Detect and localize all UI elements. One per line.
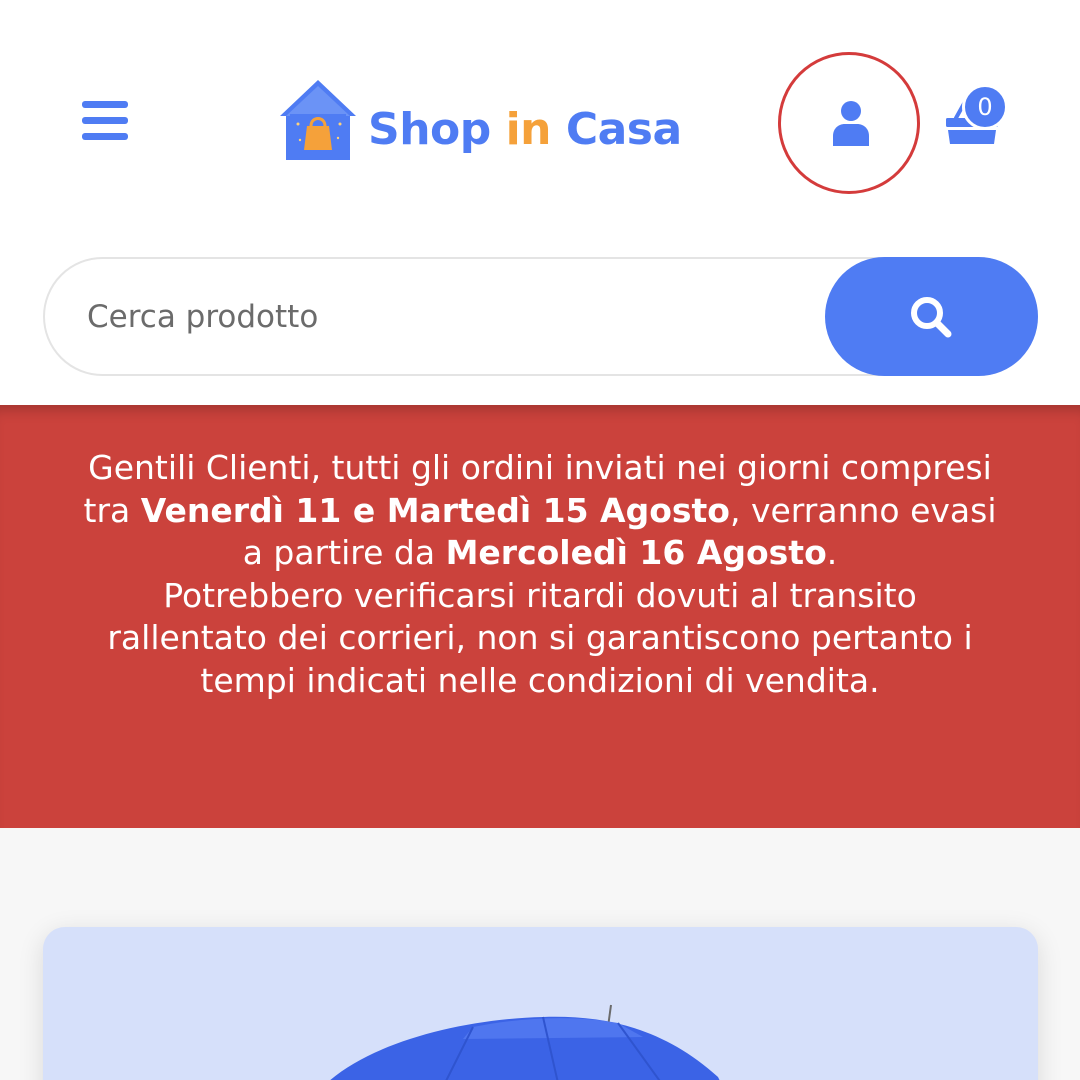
user-icon xyxy=(833,101,869,146)
search-bar xyxy=(43,257,1038,376)
logo-word-in: in xyxy=(505,104,552,155)
hamburger-menu-icon[interactable] xyxy=(82,99,128,141)
account-button[interactable] xyxy=(778,52,920,194)
logo-word-shop: Shop xyxy=(368,104,491,155)
notice-delay-text: Potrebbero verificarsi ritardi dovuti al… xyxy=(107,575,973,700)
notice-dates-bold: Venerdì 11 e Martedì 15 Agosto xyxy=(140,490,730,530)
search-icon xyxy=(911,297,952,338)
umbrella-illustration xyxy=(330,1004,720,1080)
cart-count-badge: 0 xyxy=(962,84,1008,130)
page: Shop in Casa 0 Cerca prodotto Gentili Cl… xyxy=(0,0,1080,1080)
house-bag-logo-icon xyxy=(280,80,356,160)
logo-wordmark: Shop in Casa xyxy=(368,104,682,155)
notice-text-part: . xyxy=(826,533,838,572)
shipping-notice-banner: Gentili Clienti, tutti gli ordini inviat… xyxy=(0,405,1080,828)
site-header: Shop in Casa 0 xyxy=(0,0,1080,235)
cart-button[interactable]: 0 xyxy=(944,84,1014,148)
search-button[interactable] xyxy=(825,257,1038,376)
site-logo[interactable]: Shop in Casa xyxy=(278,78,682,164)
shipping-notice-text: Gentili Clienti, tutti gli ordini inviat… xyxy=(80,447,1000,702)
promo-banner[interactable] xyxy=(43,927,1038,1080)
logo-word-casa: Casa xyxy=(565,104,682,155)
notice-start-date-bold: Mercoledì 16 Agosto xyxy=(445,533,827,572)
